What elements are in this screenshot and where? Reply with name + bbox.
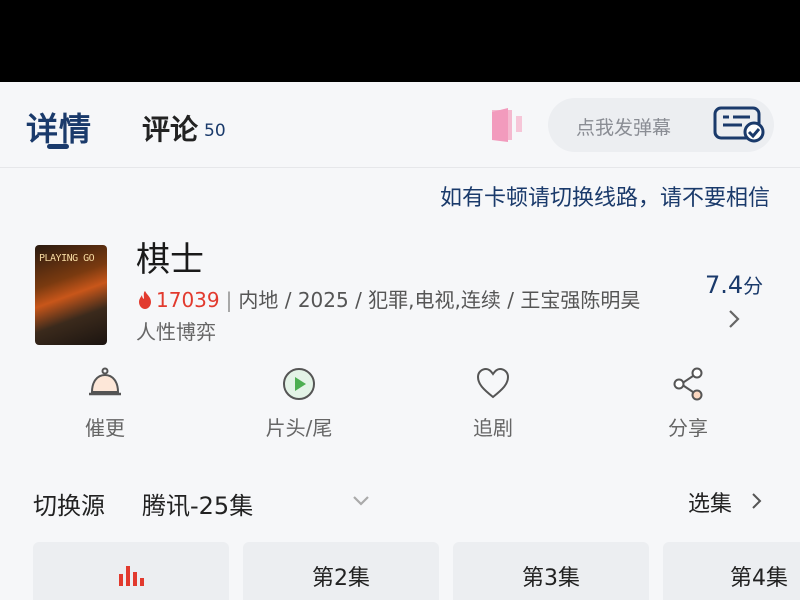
- show-subtitle: 人性博弈: [136, 320, 216, 344]
- episode-label: 第2集: [312, 566, 370, 591]
- chevron-down-icon[interactable]: [350, 494, 372, 508]
- action-label: 分享: [668, 416, 708, 440]
- danmaku-settings-icon[interactable]: [712, 104, 768, 144]
- comment-count-badge: 50: [204, 121, 226, 141]
- episode-label: 第4集: [730, 566, 788, 591]
- skip-intro-outro-button[interactable]: 片头/尾: [244, 360, 354, 441]
- select-episode-button[interactable]: 选集: [688, 486, 732, 518]
- show-title: 棋士: [136, 240, 204, 280]
- remind-update-button[interactable]: 催更: [50, 360, 160, 441]
- meta-separator: |: [225, 288, 233, 312]
- episode-list: 第2集 第3集 第4集: [33, 542, 800, 600]
- share-icon: [673, 367, 703, 401]
- tab-comment[interactable]: 评论: [142, 108, 198, 148]
- episode-item-2[interactable]: 第2集: [243, 542, 439, 600]
- action-label: 催更: [85, 416, 125, 440]
- status-bar-area: [0, 0, 800, 82]
- show-poster[interactable]: PLAYING GO: [35, 245, 107, 345]
- danmaku-placeholder: 点我发弹幕: [576, 117, 672, 139]
- bell-icon: [89, 367, 121, 396]
- poster-title: PLAYING GO: [39, 253, 95, 264]
- exit-door-icon[interactable]: [488, 106, 528, 142]
- heart-icon: [476, 367, 510, 399]
- action-bar: 催更 片头/尾 追剧 分享: [0, 360, 800, 460]
- episode-item-4[interactable]: 第4集: [663, 542, 800, 600]
- share-button[interactable]: 分享: [633, 360, 743, 441]
- playing-bars-icon: [119, 566, 144, 586]
- switch-source-label: 切换源: [33, 492, 105, 520]
- hot-count: 17039: [156, 288, 220, 312]
- chevron-right-icon[interactable]: [750, 490, 764, 512]
- show-meta: 内地 / 2025 / 犯罪,电视,连续 / 王宝强陈明昊: [238, 288, 641, 312]
- source-row: 切换源 腾讯-25集 选集: [0, 478, 800, 528]
- action-label: 追剧: [473, 416, 513, 440]
- active-tab-indicator: [47, 144, 69, 149]
- rating-value: 7.4: [705, 271, 744, 299]
- action-label: 片头/尾: [265, 416, 333, 440]
- follow-show-button[interactable]: 追剧: [438, 360, 548, 441]
- notice-marquee: 如有卡顿请切换线路，请不要相信: [440, 186, 771, 211]
- episode-item-1[interactable]: [33, 542, 229, 600]
- episode-item-3[interactable]: 第3集: [453, 542, 649, 600]
- play-circle-icon: [283, 368, 315, 400]
- show-meta-row: 17039 | 内地 / 2025 / 犯罪,电视,连续 / 王宝强陈明昊: [136, 284, 640, 313]
- chevron-right-icon[interactable]: [726, 308, 742, 330]
- show-rating: 7.4分: [705, 270, 763, 299]
- episode-label: 第3集: [522, 566, 580, 591]
- rating-unit: 分: [743, 274, 764, 298]
- source-selector[interactable]: 腾讯-25集: [142, 486, 253, 521]
- fire-icon: [139, 291, 151, 309]
